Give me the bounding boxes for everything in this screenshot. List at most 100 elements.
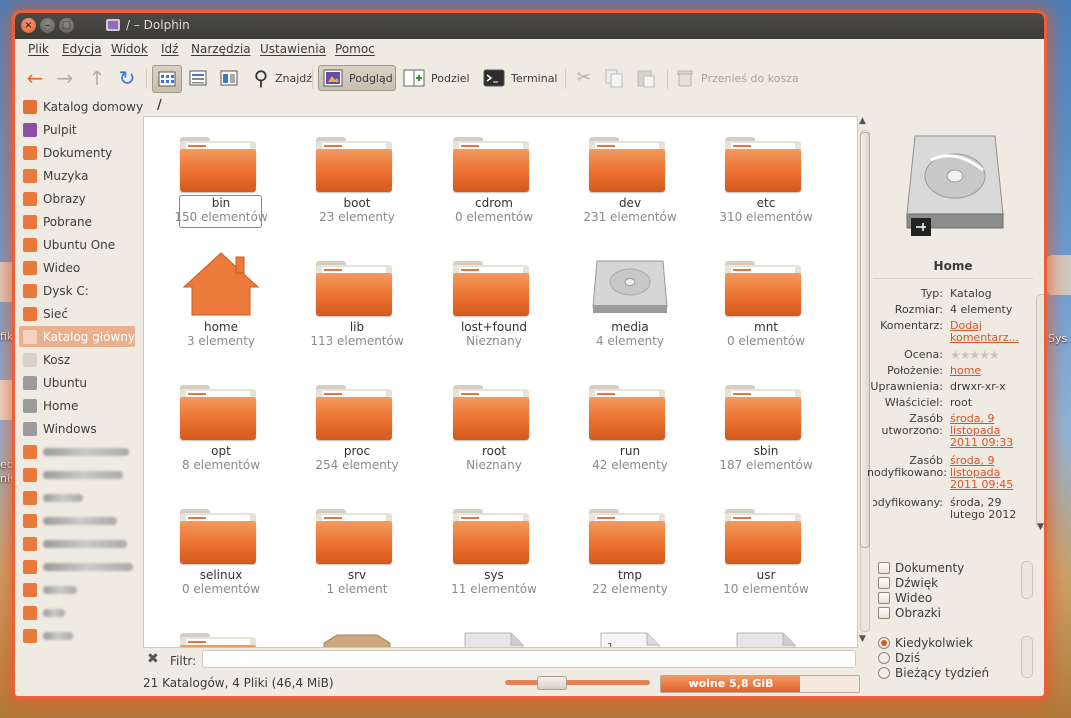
scroll-thumb[interactable] bbox=[860, 132, 870, 548]
clear-filter-icon[interactable]: ✖ bbox=[147, 651, 159, 667]
scroll-up-icon[interactable]: ▲ bbox=[859, 116, 866, 126]
sidebar-item-pobrane[interactable]: Pobrane bbox=[19, 211, 135, 232]
scroll-down-icon[interactable]: ▼ bbox=[1037, 522, 1044, 532]
scroll-down-icon[interactable]: ▼ bbox=[859, 634, 866, 644]
file-item[interactable] bbox=[302, 621, 412, 647]
preview-button[interactable]: Podgląd bbox=[318, 65, 396, 91]
sidebar-item-pulpit[interactable]: Pulpit bbox=[19, 119, 135, 140]
reload-button[interactable]: ↻ bbox=[116, 65, 138, 91]
menu-pomoc[interactable]: Pomoc bbox=[335, 42, 375, 56]
rating-stars[interactable]: ★★★★★ bbox=[950, 349, 1020, 361]
checkbox[interactable] bbox=[878, 577, 890, 589]
sidebar-item-dysk-c[interactable]: Dysk C: bbox=[19, 280, 135, 301]
modified-date-link[interactable]: środa, 9 listopada 2011 09:45 bbox=[950, 455, 1020, 491]
desktop-icon[interactable] bbox=[1046, 255, 1071, 295]
type-filter-obrazki[interactable]: Obrazki bbox=[878, 606, 941, 620]
checkbox[interactable] bbox=[878, 592, 890, 604]
file-item[interactable]: root Nieznany bbox=[439, 373, 549, 473]
sidebar-item-hidden[interactable] bbox=[19, 579, 135, 600]
sidebar-item-ubuntu-one[interactable]: Ubuntu One bbox=[19, 234, 135, 255]
file-item[interactable]: home 3 elementy bbox=[166, 249, 276, 349]
filter-input[interactable] bbox=[202, 650, 856, 668]
type-filter-wideo[interactable]: Wideo bbox=[878, 591, 932, 605]
file-item[interactable]: lost+found Nieznany bbox=[439, 249, 549, 349]
file-item[interactable]: media 4 elementy bbox=[575, 249, 685, 349]
menu-narzedzia[interactable]: Narzędzia bbox=[191, 42, 251, 56]
terminal-button[interactable]: Terminal bbox=[483, 65, 558, 91]
minimize-icon[interactable]: – bbox=[40, 18, 55, 33]
paste-button[interactable] bbox=[635, 65, 657, 91]
sidebar-item-hidden[interactable] bbox=[19, 510, 135, 531]
radio-button[interactable] bbox=[878, 637, 890, 649]
sidebar-item-muzyka[interactable]: Muzyka bbox=[19, 165, 135, 186]
date-filter-dzis[interactable]: Dziś bbox=[878, 651, 920, 665]
file-item[interactable]: usr 10 elementów bbox=[711, 497, 821, 597]
sidebar-item-hidden[interactable] bbox=[19, 625, 135, 646]
info-scrollbar[interactable] bbox=[1036, 294, 1044, 528]
back-button[interactable]: ← bbox=[24, 65, 46, 91]
copy-button[interactable] bbox=[603, 65, 625, 91]
sidebar-item-home[interactable]: Home bbox=[19, 395, 135, 416]
cut-button[interactable]: ✂ bbox=[573, 65, 595, 91]
date-filter-scrollbar[interactable] bbox=[1021, 636, 1033, 678]
sidebar-item-hidden[interactable] bbox=[19, 487, 135, 508]
location-path[interactable]: / bbox=[157, 98, 162, 113]
sidebar-item-hidden[interactable] bbox=[19, 556, 135, 577]
date-filter-biezacy-tydzien[interactable]: Bieżący tydzień bbox=[878, 666, 989, 680]
sidebar-item-obrazy[interactable]: Obrazy bbox=[19, 188, 135, 209]
checkbox[interactable] bbox=[878, 607, 890, 619]
location-link[interactable]: home bbox=[950, 365, 1020, 377]
file-item[interactable]: lib 113 elementów bbox=[302, 249, 412, 349]
sidebar-item-hidden[interactable] bbox=[19, 602, 135, 623]
zoom-slider-track[interactable] bbox=[505, 680, 650, 685]
menu-edycja[interactable]: Edycja bbox=[62, 42, 102, 56]
find-button[interactable]: ⚲ Znajdź bbox=[250, 65, 312, 91]
file-item[interactable] bbox=[439, 621, 549, 647]
add-comment-link[interactable]: Dodaj komentarz... bbox=[950, 320, 1020, 344]
file-item[interactable] bbox=[166, 621, 276, 647]
file-item[interactable]: run 42 elementy bbox=[575, 373, 685, 473]
file-item[interactable]: tmp 22 elementy bbox=[575, 497, 685, 597]
zoom-slider-thumb[interactable] bbox=[537, 676, 567, 690]
close-icon[interactable]: × bbox=[21, 18, 36, 33]
file-view[interactable]: bin 150 elementów boot 23 elementy cdrom… bbox=[143, 116, 858, 648]
type-filter-dzwiek[interactable]: Dźwięk bbox=[878, 576, 938, 590]
file-item[interactable]: sys 11 elementów bbox=[439, 497, 549, 597]
date-filter-kiedykolwiek[interactable]: Kiedykolwiek bbox=[878, 636, 973, 650]
sidebar-item-hidden[interactable] bbox=[19, 441, 135, 462]
menu-widok[interactable]: Widok bbox=[111, 42, 148, 56]
file-item[interactable]: dev 231 elementów bbox=[575, 125, 685, 225]
radio-button[interactable] bbox=[878, 667, 890, 679]
file-item[interactable]: cdrom 0 elementów bbox=[439, 125, 549, 225]
columns-view-button[interactable] bbox=[216, 65, 242, 91]
sidebar-item-windows[interactable]: Windows bbox=[19, 418, 135, 439]
trash-button[interactable]: Przenieś do kosza bbox=[675, 65, 799, 91]
file-item[interactable]: etc 310 elementów bbox=[711, 125, 821, 225]
sidebar-item-hidden[interactable] bbox=[19, 464, 135, 485]
titlebar[interactable]: × – □ / – Dolphin bbox=[15, 13, 1044, 39]
details-view-button[interactable] bbox=[185, 65, 211, 91]
file-item[interactable] bbox=[711, 621, 821, 647]
menu-ustawienia[interactable]: Ustawienia bbox=[260, 42, 326, 56]
maximize-icon[interactable]: □ bbox=[59, 18, 74, 33]
sidebar-item-hidden[interactable] bbox=[19, 533, 135, 554]
menu-idz[interactable]: Idź bbox=[161, 42, 178, 56]
file-item[interactable]: srv 1 element bbox=[302, 497, 412, 597]
file-view-scrollbar[interactable]: ▲ ▼ bbox=[858, 116, 870, 647]
created-date-link[interactable]: środa, 9 listopada 2011 09:33 bbox=[950, 413, 1020, 449]
split-button[interactable]: Podziel bbox=[403, 65, 470, 91]
sidebar-item-ubuntu[interactable]: Ubuntu bbox=[19, 372, 135, 393]
checkbox[interactable] bbox=[878, 562, 890, 574]
file-item[interactable]: 1 bbox=[575, 621, 685, 647]
forward-button[interactable]: → bbox=[54, 65, 76, 91]
menu-plik[interactable]: Plik bbox=[28, 42, 49, 56]
up-button[interactable]: ↑ bbox=[86, 65, 108, 91]
file-item[interactable]: boot 23 elementy bbox=[302, 125, 412, 225]
sidebar-item-kosz[interactable]: Kosz bbox=[19, 349, 135, 370]
sidebar-item-katalog-domowy[interactable]: Katalog domowy bbox=[19, 96, 143, 117]
file-item[interactable]: selinux 0 elementów bbox=[166, 497, 276, 597]
sidebar-item-dokumenty[interactable]: Dokumenty bbox=[19, 142, 135, 163]
sidebar-item-siec[interactable]: Sieć bbox=[19, 303, 135, 324]
icons-view-button[interactable] bbox=[152, 65, 182, 93]
file-item[interactable]: sbin 187 elementów bbox=[711, 373, 821, 473]
